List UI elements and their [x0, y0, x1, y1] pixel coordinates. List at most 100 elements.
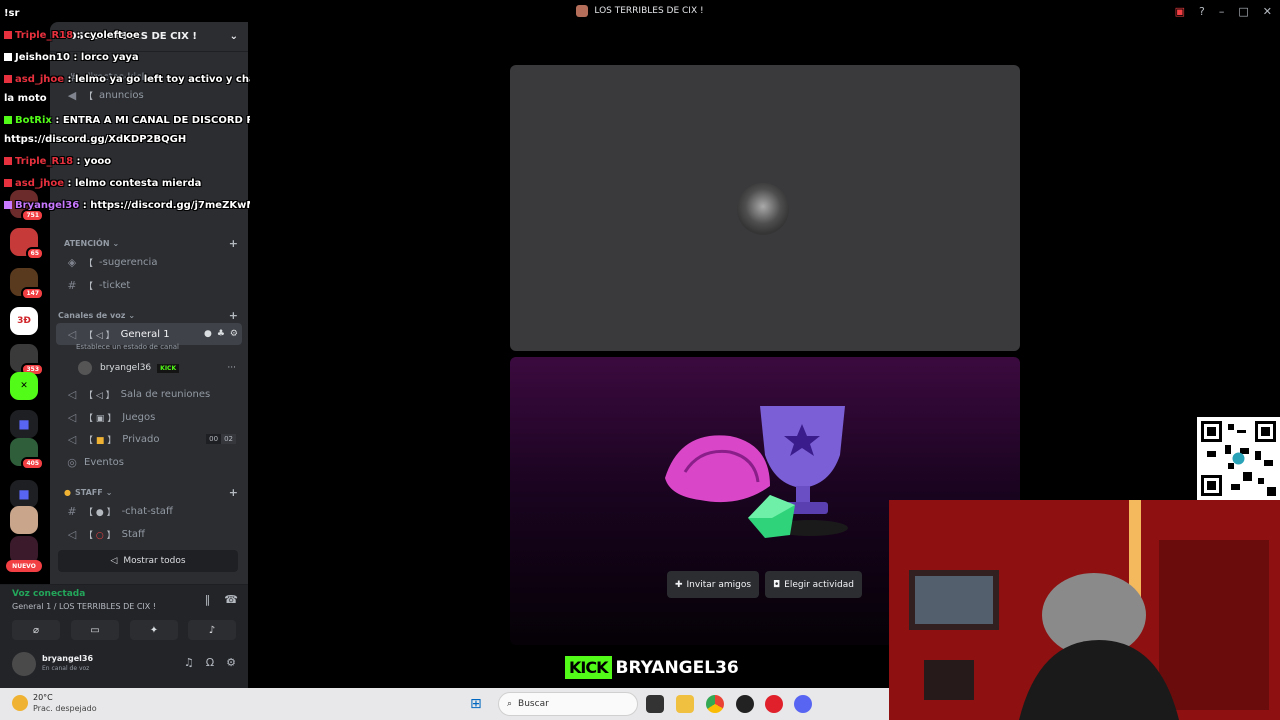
screen-share-button[interactable]: ▭ — [71, 620, 119, 640]
add-channel-icon[interactable]: + — [229, 237, 238, 250]
task-view-icon[interactable] — [646, 695, 664, 713]
speaker-icon: ◁ — [67, 410, 77, 424]
headphones-icon[interactable]: Ω — [206, 656, 214, 669]
camera-off-button[interactable]: ⌀ — [12, 620, 60, 640]
chat-icon[interactable]: ● — [204, 329, 212, 339]
channel-privado[interactable]: ◁ 【 ■ 】 Privado 00 02 — [56, 428, 242, 450]
weather-icon[interactable] — [12, 695, 28, 711]
webcam-scene — [889, 500, 1280, 720]
server-icon-5[interactable]: 353 — [10, 344, 44, 376]
weather-temp[interactable]: 20°C — [33, 693, 53, 702]
search-icon: ⌕ — [507, 699, 513, 709]
soundboard-button[interactable]: ♪ — [188, 620, 236, 640]
chat-text: https://discord.gg/j7meZKwM — [90, 200, 257, 211]
channel-label: -sugerencia — [99, 256, 158, 268]
channel-label: Privado — [122, 433, 160, 445]
choose-activity-button[interactable]: ◘ Elegir actividad — [765, 571, 862, 598]
chat-message: asd_jhoe : lelmo contesta mierda — [4, 178, 201, 189]
windows-start-icon[interactable]: ⊞ — [470, 696, 482, 712]
qr-pattern — [1201, 421, 1276, 496]
microphone-icon[interactable]: ♫ — [184, 656, 194, 669]
server-icon — [576, 5, 589, 17]
server-icon-2[interactable]: 65 — [10, 228, 44, 260]
server-icon-6[interactable]: ✕ — [10, 372, 38, 400]
channel-ticket[interactable]: # 【 -ticket — [56, 274, 242, 296]
hash-icon: # — [67, 278, 77, 292]
user-limit-counter: 00 02 — [206, 434, 236, 444]
gear-icon[interactable]: ⚙ — [230, 329, 238, 339]
user-panel: bryangel36 En canal de voz ♫ Ω ⚙ — [0, 642, 248, 688]
invite-friends-button[interactable]: ✚ Invitar amigos — [667, 571, 759, 598]
chat-message: Jeishon10 : lorco yaya — [4, 52, 139, 63]
speaker-icon: ◁ — [67, 327, 77, 341]
invite-icon[interactable]: ♣ — [217, 329, 225, 339]
server-icon-3[interactable]: 147 — [10, 268, 44, 300]
discord-icon[interactable] — [794, 695, 812, 713]
chevron-down-icon: ⌄ — [105, 487, 113, 497]
minimize-button[interactable]: – — [1219, 5, 1225, 18]
window-title: LOS TERRIBLES DE CIX ! — [594, 6, 704, 16]
category-label: STAFF — [74, 487, 103, 497]
channel-general-1[interactable]: ◁ 【 ◁ 】 General 1 ● ♣ ⚙ — [56, 323, 242, 345]
user-status: En canal de voz — [42, 665, 90, 672]
opera-icon[interactable] — [765, 695, 783, 713]
channel-juegos[interactable]: ◁ 【 ▣ 】 Juegos — [56, 406, 242, 428]
chat-username: Triple_R18 — [15, 156, 74, 167]
server-icon-8[interactable] — [10, 506, 38, 534]
server-icon-7[interactable]: 405 — [10, 438, 44, 470]
add-channel-icon[interactable]: + — [229, 309, 238, 322]
chat-top-text: !sr — [4, 8, 20, 19]
help-icon[interactable]: ? — [1199, 5, 1205, 18]
channel-chat-staff[interactable]: # 【 ● 】 -chat-staff — [56, 500, 242, 522]
avatar[interactable] — [12, 652, 36, 676]
windows-taskbar: 20°C Prac. despejado ⊞ ⌕ Buscar — [0, 688, 889, 720]
avatar — [78, 361, 92, 375]
close-button[interactable]: ✕ — [1263, 5, 1272, 18]
channel-label: General 1 — [120, 328, 170, 340]
app-icon[interactable] — [736, 695, 754, 713]
chat-message: Triple_R18 : yooo — [4, 156, 111, 167]
badge-icon — [4, 53, 12, 61]
channel-sala-de-reuniones[interactable]: ◁ 【 ◁ 】 Sala de reuniones — [56, 383, 242, 405]
category-voice[interactable]: Canales de voz ⌄ + — [58, 307, 242, 323]
voice-connection-panel: Voz conectada General 1 / LOS TERRIBLES … — [0, 584, 248, 642]
more-icon[interactable]: ··· — [227, 363, 236, 373]
qr-code — [1197, 417, 1280, 500]
chrome-icon[interactable] — [706, 695, 724, 713]
file-explorer-icon[interactable] — [676, 695, 694, 713]
folder-icon[interactable]: ■ — [10, 410, 38, 438]
activity-illustration — [665, 406, 848, 538]
mention-badge: 405 — [21, 457, 44, 470]
disconnect-icon[interactable]: ☎ — [224, 593, 238, 606]
voice-status[interactable]: Voz conectada — [12, 589, 85, 599]
add-channel-icon[interactable]: + — [229, 486, 238, 499]
channel-status[interactable]: Establece un estado de canal — [76, 343, 179, 351]
channel-sugerencia[interactable]: ◈ 【 -sugerencia — [56, 251, 242, 273]
inbox-icon[interactable]: ▣ — [1175, 5, 1185, 18]
voice-channel-link[interactable]: General 1 / LOS TERRIBLES DE CIX ! — [12, 602, 187, 611]
activity-button[interactable]: ✦ — [130, 620, 178, 640]
category-atencion[interactable]: ATENCIÓN ⌄ + — [58, 235, 242, 251]
speaker-icon: ◁ — [67, 432, 77, 446]
taskbar-search[interactable]: ⌕ Buscar — [498, 692, 638, 716]
channel-label: Juegos — [122, 411, 156, 423]
channel-staff[interactable]: ◁ 【 ○ 】 Staff — [56, 523, 242, 545]
server-icon-4[interactable]: 3Ð — [10, 307, 38, 335]
voice-user-name: bryangel36 — [100, 363, 152, 373]
maximize-button[interactable]: □ — [1238, 5, 1248, 18]
channel-label: -ticket — [99, 279, 131, 291]
gear-icon[interactable]: ⚙ — [226, 656, 236, 669]
show-all-button[interactable]: ◁ Mostrar todos — [58, 550, 238, 572]
noise-suppression-icon[interactable]: ‖ — [205, 593, 211, 606]
chat-username: asd_jhoe — [15, 74, 65, 85]
voice-user-bryangel36[interactable]: bryangel36 KICK ··· — [78, 359, 242, 377]
kick-logo: KICK — [565, 656, 612, 679]
chat-username: Bryangel36 — [15, 200, 80, 211]
controller-icon: ◘ — [773, 579, 781, 590]
channel-eventos[interactable]: ◎ Eventos — [56, 451, 242, 473]
folder-icon[interactable]: ■ — [10, 480, 38, 508]
badge-icon — [4, 75, 12, 83]
category-staff[interactable]: ● STAFF ⌄ + — [58, 484, 242, 500]
chat-text: lorco yaya — [80, 52, 139, 63]
chat-text: lelmo contesta mierda — [75, 178, 202, 189]
